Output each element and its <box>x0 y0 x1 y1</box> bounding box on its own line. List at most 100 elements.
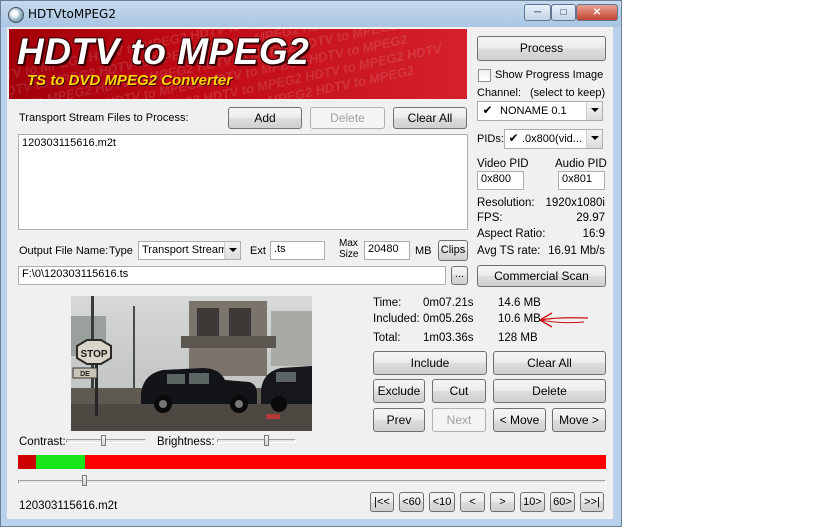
exclude-button[interactable]: Exclude <box>373 379 425 403</box>
cut-button[interactable]: Cut <box>432 379 486 403</box>
next-button[interactable]: Next <box>432 408 486 432</box>
banner-title: HDTV to MPEG2 <box>17 31 310 72</box>
max-size-input[interactable]: 20480 <box>364 241 410 260</box>
commercial-scan-button[interactable]: Commercial Scan <box>477 265 606 287</box>
included-size: 10.6 MB <box>498 313 541 325</box>
brightness-slider-track[interactable] <box>217 439 296 443</box>
channel-hint: (select to keep) <box>530 87 606 99</box>
max-size-label: Max Size <box>339 238 358 260</box>
resolution-value: 1920x1080i <box>545 197 605 209</box>
annotation-arrow-icon <box>539 312 589 328</box>
ext-input[interactable]: .ts <box>270 241 325 260</box>
stop-sign-text: STOP <box>80 349 107 360</box>
app-icon[interactable] <box>8 7 24 23</box>
app-banner-logo: HDTV to MPEG2 HDTV to MPEG2 HDTV to MPEG… <box>9 29 467 99</box>
list-item[interactable]: 120303115616.m2t <box>22 137 464 149</box>
video-preview[interactable]: STOP DE <box>71 296 312 431</box>
nav-button-6[interactable]: 60> <box>550 492 575 512</box>
sign-text-2: DE <box>80 371 90 378</box>
time-size: 14.6 MB <box>498 297 541 309</box>
show-progress-label: Show Progress Image <box>495 69 604 81</box>
aspect-ratio-label: Aspect Ratio: <box>477 228 546 240</box>
aspect-ratio-value: 16:9 <box>582 228 605 240</box>
nav-button-3[interactable]: < <box>460 492 485 512</box>
chevron-down-icon[interactable] <box>586 102 602 120</box>
total-size: 128 MB <box>498 332 538 344</box>
move-left-button[interactable]: < Move <box>493 408 546 432</box>
channel-select-value: NONAME 0.1 <box>500 105 567 117</box>
nav-button-2[interactable]: <10 <box>429 492 455 512</box>
brightness-label: Brightness: <box>157 436 215 448</box>
nav-buttons: |<< <60 <10 < >10> 60> >>| <box>370 492 606 512</box>
mb-label: MB <box>415 245 432 257</box>
video-pid-label: Video PID <box>477 158 529 170</box>
type-label: Type <box>109 245 133 257</box>
avg-ts-rate-label: Avg TS rate: <box>477 245 541 257</box>
timeline-segment[interactable] <box>36 455 85 469</box>
check-icon[interactable]: ✔ <box>507 132 520 146</box>
chevron-down-icon[interactable] <box>586 130 602 148</box>
output-path-input[interactable]: F:\0\120303115616.ts <box>18 266 446 285</box>
video-frame-image: STOP DE <box>71 296 312 431</box>
clear-all-edits-button[interactable]: Clear All <box>493 351 606 375</box>
position-slider-track[interactable] <box>18 480 606 484</box>
current-file-label: 120303115616.m2t <box>19 500 118 512</box>
position-slider-thumb[interactable] <box>82 475 87 486</box>
max-size-label-line2: Size <box>339 249 359 260</box>
time-value: 0m07.21s <box>423 297 474 309</box>
clips-button[interactable]: Clips <box>438 240 468 261</box>
chevron-down-icon[interactable] <box>224 242 240 259</box>
ts-files-list[interactable]: 120303115616.m2t <box>18 134 468 230</box>
fps-label: FPS: <box>477 212 503 224</box>
nav-button-7[interactable]: >>| <box>580 492 604 512</box>
resolution-label: Resolution: <box>477 197 535 209</box>
contrast-slider-track[interactable] <box>66 439 146 443</box>
minimize-button[interactable]: ─ <box>524 4 551 21</box>
nav-button-1[interactable]: <60 <box>399 492 424 512</box>
process-button[interactable]: Process <box>477 36 606 61</box>
show-progress-checkbox[interactable] <box>478 69 491 82</box>
window-title: HDTVtoMPEG2 <box>28 7 116 21</box>
pids-select[interactable]: ✔ .0x800(vid... <box>504 129 603 149</box>
max-size-label-line1: Max <box>339 238 358 249</box>
delete-segment-button[interactable]: Delete <box>493 379 606 403</box>
pids-label: PIDs: <box>477 133 504 145</box>
check-icon[interactable]: ✔ <box>481 104 494 118</box>
contrast-slider-thumb[interactable] <box>101 435 106 446</box>
brightness-slider-thumb[interactable] <box>264 435 269 446</box>
output-file-name-label: Output File Name: <box>19 245 109 257</box>
audio-pid-label: Audio PID <box>555 158 607 170</box>
timeline-bar[interactable] <box>18 455 606 469</box>
add-button[interactable]: Add <box>228 107 302 129</box>
nav-button-5[interactable]: 10> <box>520 492 545 512</box>
avg-ts-rate-value: 16.91 Mb/s <box>548 245 605 257</box>
contrast-label: Contrast: <box>19 436 66 448</box>
nav-button-4[interactable]: > <box>490 492 515 512</box>
total-label: Total: <box>373 332 401 344</box>
video-pid-field[interactable]: 0x800 <box>477 171 524 190</box>
channel-label: Channel: <box>477 87 522 99</box>
banner-subtitle: TS to DVD MPEG2 Converter <box>27 72 233 89</box>
prev-button[interactable]: Prev <box>373 408 425 432</box>
close-button[interactable]: ✕ <box>576 4 618 21</box>
include-button[interactable]: Include <box>373 351 487 375</box>
type-select-value: Transport Stream <box>142 244 228 256</box>
title-bar[interactable]: HDTVtoMPEG2 ─ □ ✕ <box>1 1 621 27</box>
audio-pid-field[interactable]: 0x801 <box>558 171 605 190</box>
move-right-button[interactable]: Move > <box>552 408 606 432</box>
timeline-segment[interactable] <box>18 455 36 469</box>
maximize-button[interactable]: □ <box>551 4 576 21</box>
pids-select-value: .0x800(vid... <box>522 133 582 145</box>
delete-file-button[interactable]: Delete <box>310 107 385 129</box>
included-value: 0m05.26s <box>423 313 474 325</box>
clear-all-files-button[interactable]: Clear All <box>393 107 467 129</box>
browse-button[interactable]: ... <box>451 266 468 285</box>
time-label: Time: <box>373 297 402 309</box>
ts-files-label: Transport Stream Files to Process: <box>19 112 189 124</box>
nav-button-0[interactable]: |<< <box>370 492 394 512</box>
fps-value: 29.97 <box>576 212 605 224</box>
total-value: 1m03.36s <box>423 332 474 344</box>
type-select[interactable]: Transport Stream <box>138 241 241 260</box>
channel-select[interactable]: ✔ NONAME 0.1 <box>477 101 603 121</box>
ext-label: Ext <box>250 245 266 257</box>
